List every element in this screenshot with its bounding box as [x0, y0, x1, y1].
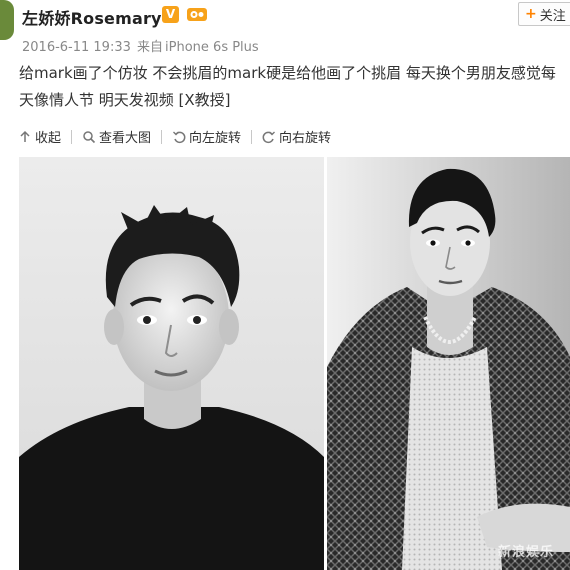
photo-watermark: 新浪娱乐 — [497, 545, 554, 560]
username[interactable]: 左娇娇Rosemary — [22, 5, 162, 29]
collapse-label: 收起 — [35, 131, 62, 146]
search-icon — [83, 130, 96, 143]
rotate-right-icon — [262, 131, 276, 143]
rotate-left-button[interactable]: 向左旋转 — [172, 127, 241, 146]
collapse-button[interactable]: 收起 — [18, 127, 61, 146]
photo-right-image — [327, 157, 570, 570]
toolbar-divider — [161, 129, 163, 144]
photo-left-image — [19, 157, 324, 570]
post-text-line: 天像情人节 明天发视频 [X教授] — [19, 91, 231, 109]
avatar[interactable] — [0, 0, 14, 40]
view-large-button[interactable]: 查看大图 — [82, 127, 151, 146]
arrow-up-icon — [20, 130, 30, 142]
rotate-left-icon — [173, 131, 186, 143]
photo-right[interactable]: 新浪娱乐 — [327, 157, 570, 570]
rotate-right-label: 向右旋转 — [279, 131, 332, 146]
post-text-line: 给mark画了个仿妆 不会挑眉的mark硬是给他画了个挑眉 每天换个男朋友感觉每 — [19, 64, 556, 82]
rotate-left-label: 向左旋转 — [189, 131, 242, 146]
plus-icon: + — [525, 6, 537, 22]
post-meta: 2016-6-11 19:33 来自 iPhone 6s Plus — [22, 36, 259, 55]
source-prefix: 来自 — [137, 40, 164, 55]
image-toolbar: 收起 查看大图 向左旋转 向右旋转 — [18, 127, 331, 146]
follow-label: 关注 — [539, 8, 566, 24]
post-text: 给mark画了个仿妆 不会挑眉的mark硬是给他画了个挑眉 每天换个男朋友感觉每… — [19, 60, 570, 114]
photo-left[interactable] — [19, 157, 324, 570]
toolbar-divider — [251, 129, 253, 144]
verified-badge-icon: V — [162, 6, 179, 23]
follow-button[interactable]: + 关注 — [518, 2, 570, 26]
view-large-label: 查看大图 — [99, 131, 152, 146]
post-device[interactable]: iPhone 6s Plus — [165, 40, 259, 55]
post-timestamp[interactable]: 2016-6-11 19:33 — [22, 40, 131, 55]
toolbar-divider — [71, 129, 73, 144]
rotate-right-button[interactable]: 向右旋转 — [262, 127, 331, 146]
level-badge-icon — [186, 5, 208, 23]
